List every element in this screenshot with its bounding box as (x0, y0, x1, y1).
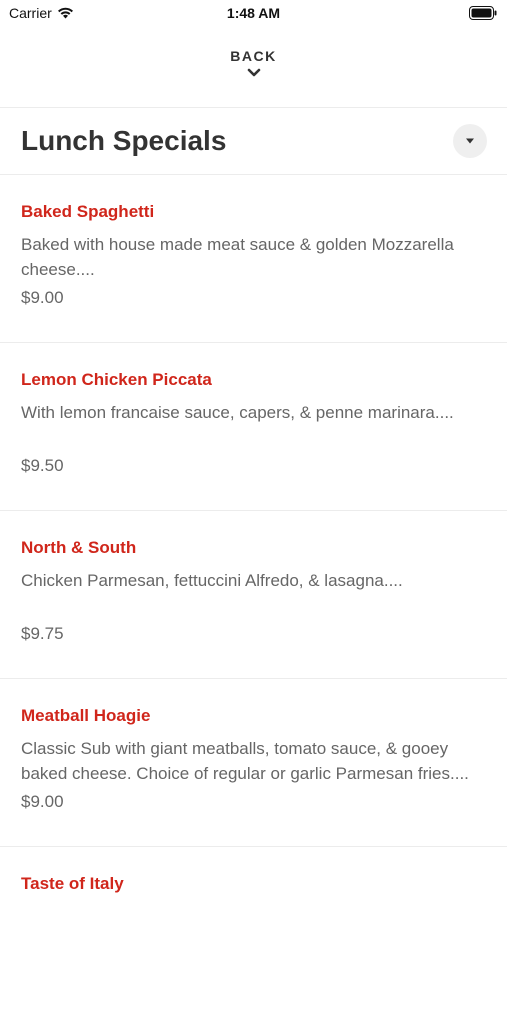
battery-icon (469, 6, 497, 25)
section-title: Lunch Specials (21, 125, 227, 156)
menu-item-name: Meatball Hoagie (21, 706, 151, 725)
menu-item-price: $9.00 (21, 792, 64, 811)
menu-item-price: $9.75 (21, 624, 64, 643)
menu-item-price: $9.50 (21, 456, 64, 475)
menu-item[interactable]: Baked Spaghetti Baked with house made me… (0, 175, 507, 343)
menu-item-name: Baked Spaghetti (21, 202, 155, 221)
status-bar: Carrier 1:48 AM (0, 0, 507, 28)
menu-item-description: Classic Sub with giant meatballs, tomato… (21, 739, 469, 783)
section-dropdown-button[interactable] (453, 124, 487, 158)
clock: 1:48 AM (226, 5, 281, 21)
menu-list: Baked Spaghetti Baked with house made me… (0, 175, 507, 1015)
chevron-down-icon (247, 68, 260, 77)
menu-item-price: $9.00 (21, 288, 64, 307)
menu-item-name: Lemon Chicken Piccata (21, 370, 212, 389)
menu-item-description: Chicken Parmesan, fettuccini Alfredo, & … (21, 571, 403, 590)
section-header: Lunch Specials (0, 108, 507, 174)
menu-item[interactable]: Meatball Hoagie Classic Sub with giant m… (0, 679, 507, 847)
menu-item-description: Baked with house made meat sauce & golde… (21, 235, 454, 279)
menu-item-description: With lemon francaise sauce, capers, & pe… (21, 403, 454, 422)
caret-down-icon (466, 138, 474, 144)
menu-item[interactable]: North & South Chicken Parmesan, fettucci… (0, 511, 507, 679)
menu-item[interactable]: Taste of Italy (0, 847, 507, 1015)
menu-item-name: Taste of Italy (21, 874, 124, 893)
menu-item[interactable]: Lemon Chicken Piccata With lemon francai… (0, 343, 507, 511)
back-button[interactable]: BACK (0, 44, 507, 100)
menu-item-name: North & South (21, 538, 137, 557)
back-label: BACK (230, 48, 277, 64)
